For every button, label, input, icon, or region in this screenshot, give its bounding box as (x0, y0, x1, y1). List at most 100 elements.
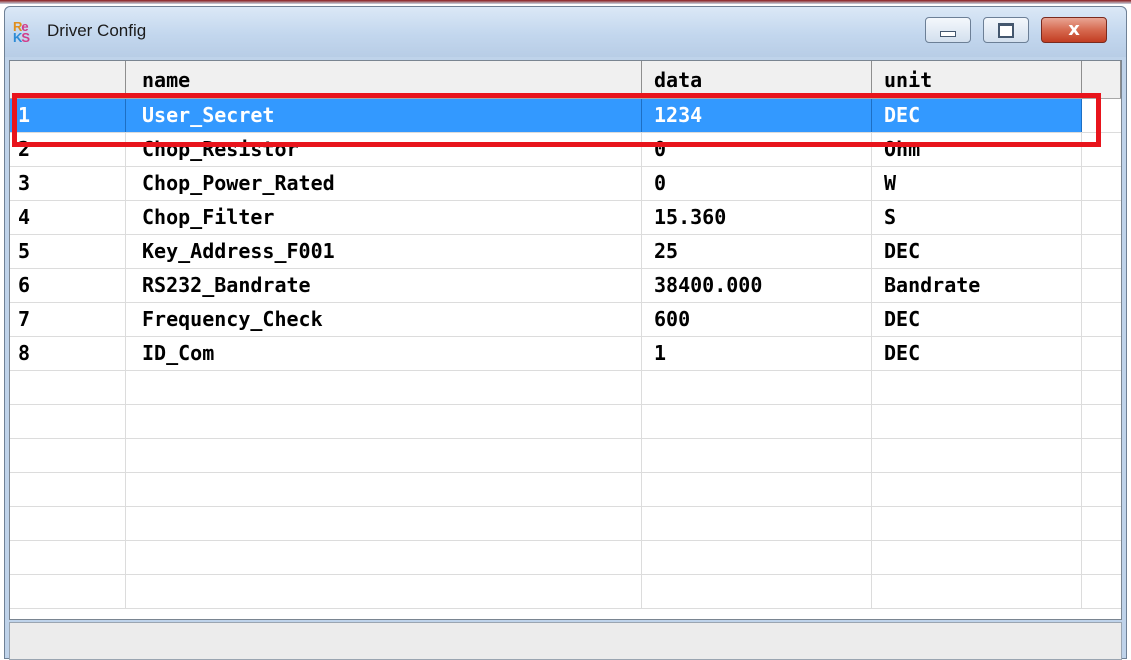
table-row[interactable]: 6 RS232_Bandrate 38400.000 Bandrate (10, 269, 1121, 303)
row-index[interactable] (10, 439, 126, 472)
row-name[interactable]: Chop_Filter (126, 201, 642, 234)
row-unit[interactable] (872, 507, 1082, 540)
table-row[interactable]: 1 User_Secret 1234 DEC (10, 99, 1121, 133)
table-row[interactable]: 4 Chop_Filter 15.360 S (10, 201, 1121, 235)
maximize-button[interactable] (983, 17, 1029, 43)
row-data[interactable]: 0 (642, 167, 872, 200)
row-index[interactable]: 2 (10, 133, 126, 166)
row-data[interactable] (642, 405, 872, 438)
table-row[interactable]: 3 Chop_Power_Rated 0 W (10, 167, 1121, 201)
row-unit[interactable] (872, 405, 1082, 438)
rks-app-icon: Re KS (13, 19, 30, 45)
row-name[interactable] (126, 439, 642, 472)
table-row[interactable]: 7 Frequency_Check 600 DEC (10, 303, 1121, 337)
row-filler (1082, 201, 1121, 234)
table-row[interactable] (10, 473, 1121, 507)
row-name[interactable] (126, 507, 642, 540)
row-unit[interactable]: Ohm (872, 133, 1082, 166)
row-unit[interactable] (872, 575, 1082, 608)
row-unit[interactable]: DEC (872, 99, 1082, 132)
minimize-icon (940, 31, 956, 37)
row-index[interactable] (10, 541, 126, 574)
table-row[interactable] (10, 507, 1121, 541)
row-name[interactable]: Frequency_Check (126, 303, 642, 336)
table-row[interactable]: 8 ID_Com 1 DEC (10, 337, 1121, 371)
row-unit[interactable]: DEC (872, 235, 1082, 268)
header-data[interactable]: data (642, 61, 872, 98)
row-filler (1082, 133, 1121, 166)
row-index[interactable] (10, 507, 126, 540)
row-data[interactable]: 600 (642, 303, 872, 336)
row-name[interactable]: RS232_Bandrate (126, 269, 642, 302)
top-edge (0, 0, 1131, 4)
row-data[interactable] (642, 371, 872, 404)
table-row[interactable]: 5 Key_Address_F001 25 DEC (10, 235, 1121, 269)
header-name[interactable]: name (126, 61, 642, 98)
title-bar[interactable]: Re KS Driver Config x (5, 7, 1126, 57)
row-data[interactable] (642, 575, 872, 608)
table-header: name data unit (10, 61, 1121, 99)
row-index[interactable]: 8 (10, 337, 126, 370)
row-filler (1082, 575, 1121, 608)
row-data[interactable]: 25 (642, 235, 872, 268)
row-name[interactable] (126, 371, 642, 404)
row-name[interactable] (126, 405, 642, 438)
row-data[interactable] (642, 541, 872, 574)
row-name[interactable]: Key_Address_F001 (126, 235, 642, 268)
row-index[interactable] (10, 575, 126, 608)
row-filler (1082, 99, 1121, 132)
row-index[interactable]: 1 (10, 99, 126, 132)
row-unit[interactable]: DEC (872, 337, 1082, 370)
config-grid[interactable]: name data unit 1 User_Secret 1234 DEC 2 Chop_… (9, 60, 1122, 620)
table-row[interactable] (10, 541, 1121, 575)
row-index[interactable] (10, 405, 126, 438)
row-filler (1082, 507, 1121, 540)
row-data[interactable]: 0 (642, 133, 872, 166)
row-filler (1082, 269, 1121, 302)
row-unit[interactable]: DEC (872, 303, 1082, 336)
row-unit[interactable]: W (872, 167, 1082, 200)
header-index[interactable] (10, 61, 126, 98)
row-index[interactable]: 6 (10, 269, 126, 302)
row-index[interactable]: 5 (10, 235, 126, 268)
driver-config-window: Re KS Driver Config x name data unit 1 Us… (4, 6, 1127, 660)
row-unit[interactable] (872, 439, 1082, 472)
row-data[interactable]: 1 (642, 337, 872, 370)
status-bar (9, 622, 1122, 660)
row-name[interactable]: Chop_Power_Rated (126, 167, 642, 200)
row-index[interactable]: 4 (10, 201, 126, 234)
row-name[interactable]: User_Secret (126, 99, 642, 132)
table-row[interactable] (10, 405, 1121, 439)
table-row[interactable] (10, 371, 1121, 405)
row-filler (1082, 235, 1121, 268)
close-button[interactable]: x (1041, 17, 1107, 43)
row-unit[interactable]: S (872, 201, 1082, 234)
row-index[interactable]: 3 (10, 167, 126, 200)
row-data[interactable] (642, 439, 872, 472)
table-row[interactable] (10, 439, 1121, 473)
row-data[interactable] (642, 473, 872, 506)
table-row[interactable]: 2 Chop_Resistor 0 Ohm (10, 133, 1121, 167)
row-unit[interactable] (872, 541, 1082, 574)
row-name[interactable]: Chop_Resistor (126, 133, 642, 166)
row-unit[interactable]: Bandrate (872, 269, 1082, 302)
minimize-button[interactable] (925, 17, 971, 43)
row-filler (1082, 167, 1121, 200)
header-filler (1082, 61, 1121, 98)
row-data[interactable]: 38400.000 (642, 269, 872, 302)
row-data[interactable] (642, 507, 872, 540)
row-unit[interactable] (872, 371, 1082, 404)
row-data[interactable]: 1234 (642, 99, 872, 132)
row-name[interactable] (126, 473, 642, 506)
row-name[interactable] (126, 575, 642, 608)
row-name[interactable]: ID_Com (126, 337, 642, 370)
header-unit[interactable]: unit (872, 61, 1082, 98)
row-index[interactable] (10, 473, 126, 506)
row-index[interactable]: 7 (10, 303, 126, 336)
row-data[interactable]: 15.360 (642, 201, 872, 234)
row-name[interactable] (126, 541, 642, 574)
window-title: Driver Config (47, 21, 147, 40)
table-row[interactable] (10, 575, 1121, 609)
row-unit[interactable] (872, 473, 1082, 506)
row-index[interactable] (10, 371, 126, 404)
